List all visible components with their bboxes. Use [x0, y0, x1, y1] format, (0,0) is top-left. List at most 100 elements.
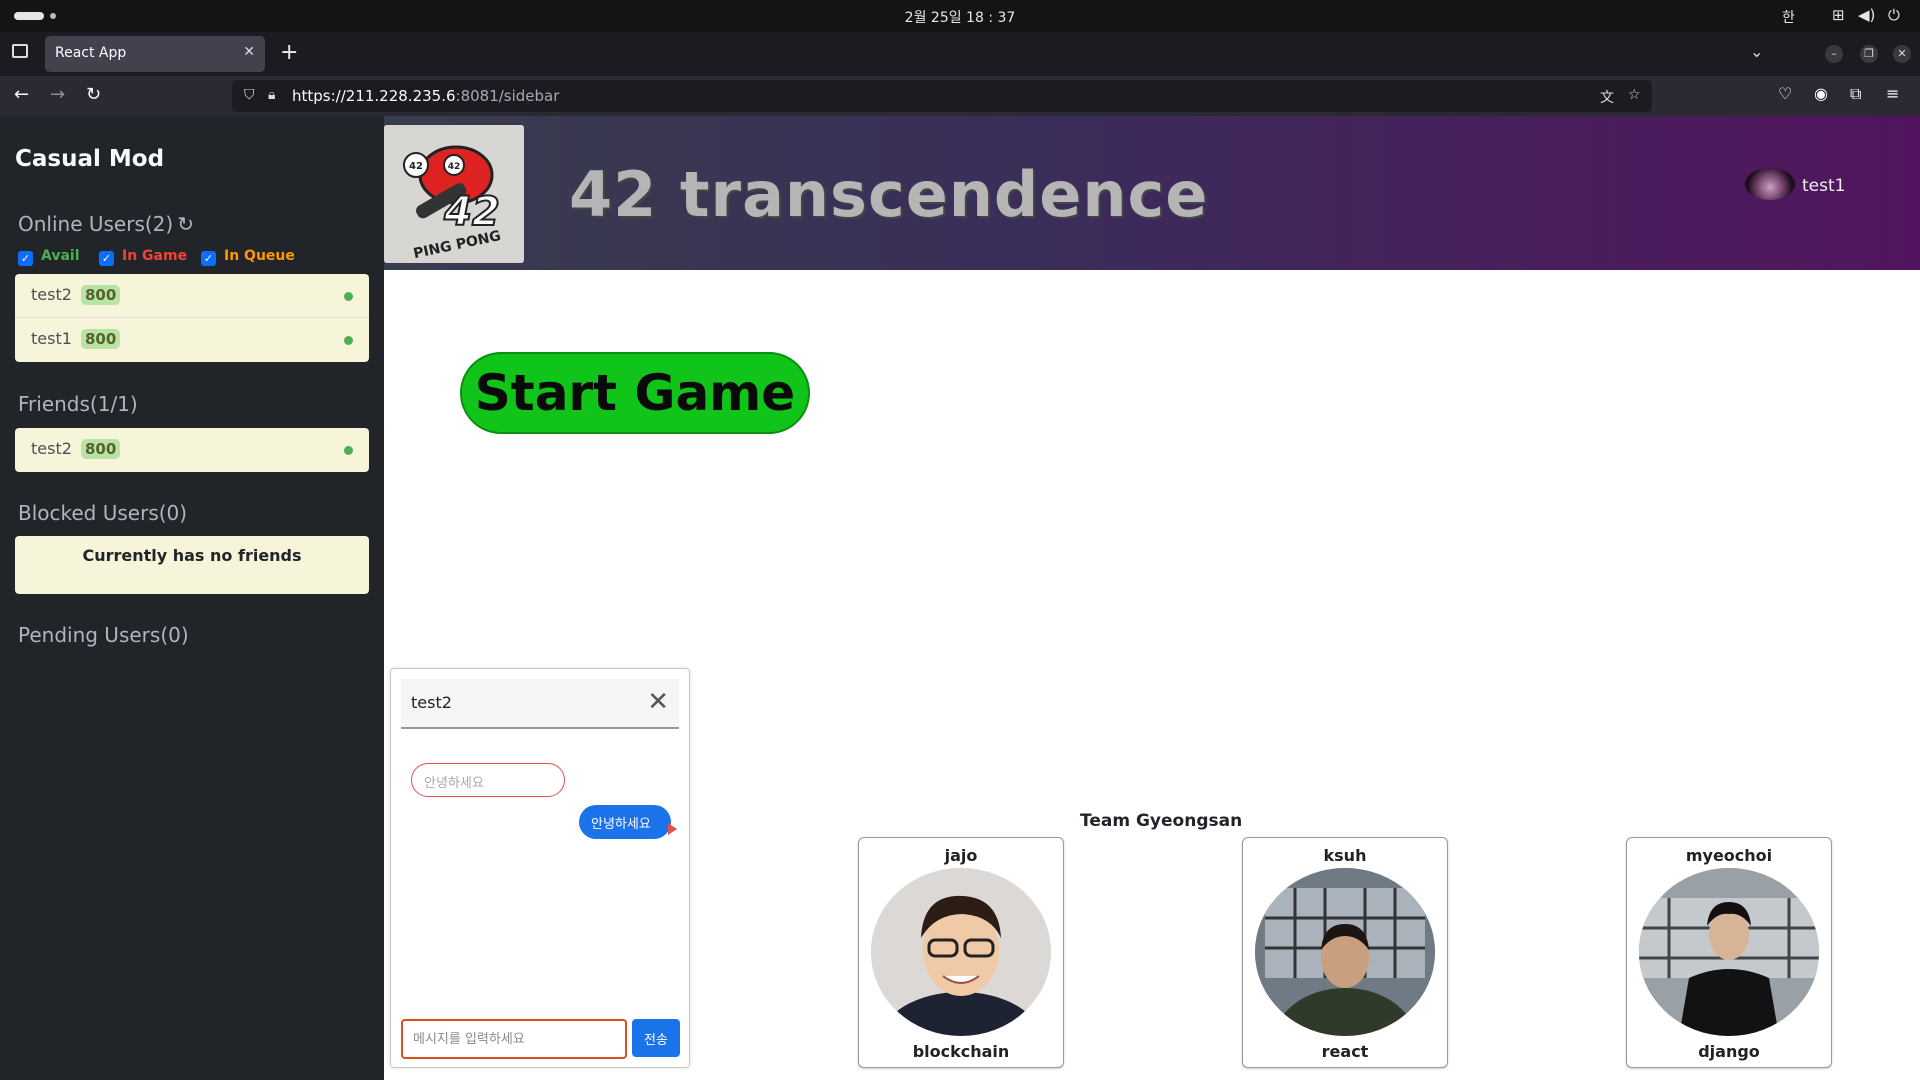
shield-icon[interactable]: ⛉	[244, 87, 255, 103]
team-member-card: jajo blockchain	[858, 837, 1064, 1068]
member-role: react	[1321, 1042, 1369, 1061]
incoming-message: 안녕하세요	[411, 763, 565, 797]
tab-title: React App	[55, 45, 127, 61]
member-name: jajo	[944, 846, 978, 865]
avatar[interactable]	[1745, 168, 1795, 200]
volume-icon[interactable]: ◀)	[1858, 6, 1875, 24]
list-item[interactable]: test2 800	[15, 274, 369, 318]
friends-heading: Friends(1/1)	[18, 392, 138, 416]
team-title: Team Gyeongsan	[1080, 811, 1243, 831]
minimize-icon[interactable]: –	[1825, 45, 1843, 63]
rating-badge: 800	[81, 329, 121, 349]
checkbox-checked-icon[interactable]: ✓	[99, 251, 114, 266]
bookmark-star-icon[interactable]: ☆	[1628, 87, 1641, 103]
member-name: myeochoi	[1685, 846, 1773, 865]
ping-pong-logo-graphic: 42 42 42 PING PONG	[384, 125, 524, 263]
url-text[interactable]: https://211.228.235.6:8081/sidebar	[292, 87, 559, 105]
sidebar-title: Casual Mod	[15, 146, 165, 172]
forward-icon[interactable]: →	[50, 84, 65, 105]
user-name: test2	[31, 439, 72, 458]
reload-icon[interactable]: ↻	[86, 84, 101, 105]
team-member-card: ksuh react	[1242, 837, 1448, 1068]
close-tab-icon[interactable]: ✕	[243, 44, 255, 60]
start-game-button[interactable]: Start Game	[460, 352, 810, 434]
member-photo-graphic	[871, 868, 1051, 1036]
member-name: ksuh	[1323, 846, 1367, 865]
online-users-label: Online Users(2)	[18, 212, 174, 236]
page-title: 42 transcendence	[569, 158, 1209, 231]
status-dot	[344, 292, 353, 301]
os-top-bar: 2월 25일 18 : 37 한 ⊞ ◀) ⏻	[0, 0, 1920, 32]
close-window-icon[interactable]: ✕	[1893, 45, 1911, 63]
checkbox-checked-icon[interactable]: ✓	[201, 251, 216, 266]
close-icon[interactable]: ✕	[647, 687, 669, 717]
rating-badge: 800	[81, 439, 121, 459]
team-member-card: myeochoi django	[1626, 837, 1832, 1068]
lock-icon[interactable]: 🔒︎	[268, 87, 275, 103]
chat-header: test2 ✕	[401, 679, 679, 729]
member-photo	[1639, 868, 1819, 1036]
member-role: django	[1698, 1042, 1760, 1061]
browser-nav-bar: ← → ↻ ⛉ 🔒︎ https://211.228.235.6:8081/si…	[0, 76, 1920, 116]
member-photo-graphic	[1639, 868, 1819, 1036]
online-users-list: test2 800 test1 800	[15, 274, 369, 362]
blocked-users-list: Currently has no friends	[15, 536, 369, 594]
friends-list: test2 800	[15, 428, 369, 472]
extensions-icon[interactable]: ⧉	[1850, 84, 1861, 104]
account-icon[interactable]: ◉	[1814, 84, 1828, 103]
browser-tab[interactable]: React App ✕	[45, 36, 265, 72]
url-path: :8081/sidebar	[455, 87, 560, 105]
os-clock[interactable]: 2월 25일 18 : 37	[0, 7, 1920, 27]
user-name: test2	[31, 285, 72, 304]
filter-in-queue-label: In Queue	[224, 248, 295, 264]
filter-in-queue[interactable]: ✓ In Queue	[201, 248, 295, 266]
browser-tab-strip: React App ✕ + ⌄ – ❐ ✕	[0, 32, 1920, 76]
user-name: test1	[31, 329, 72, 348]
translate-icon[interactable]: 文	[1600, 87, 1614, 107]
filter-avail-label: Avail	[41, 248, 80, 264]
power-icon[interactable]: ⏻	[1888, 6, 1900, 24]
input-method-indicator[interactable]: 한	[1782, 7, 1795, 27]
pending-users-heading: Pending Users(0)	[18, 623, 189, 647]
app-header: 42 42 42 PING PONG 42 transcendence test…	[384, 116, 1920, 270]
url-host: https://211.228.235.6	[292, 87, 456, 105]
header-username[interactable]: test1	[1802, 176, 1845, 196]
pocket-icon[interactable]: ♡	[1778, 84, 1792, 103]
message-tail	[668, 823, 677, 835]
logo-badge-right: 42	[448, 162, 461, 172]
new-tab-icon[interactable]: +	[280, 40, 298, 65]
member-photo	[1255, 868, 1435, 1036]
status-dot	[344, 446, 353, 455]
url-bar[interactable]: ⛉ 🔒︎ https://211.228.235.6:8081/sidebar …	[232, 80, 1652, 112]
ping-pong-logo[interactable]: 42 42 42 PING PONG	[384, 125, 524, 263]
outgoing-message: 안녕하세요	[579, 805, 671, 839]
chat-window: test2 ✕ 안녕하세요 안녕하세요 전송	[390, 668, 690, 1068]
member-photo	[871, 868, 1051, 1036]
message-input[interactable]	[401, 1019, 627, 1059]
member-role: blockchain	[912, 1042, 1010, 1061]
list-item[interactable]: test2 800	[15, 428, 369, 472]
send-button[interactable]: 전송	[632, 1019, 680, 1057]
blocked-users-heading: Blocked Users(0)	[18, 501, 188, 525]
list-item[interactable]: test1 800	[15, 318, 369, 362]
online-users-heading: Online Users(2) ↻	[18, 212, 194, 236]
filter-avail[interactable]: ✓ Avail	[18, 248, 80, 266]
empty-message: Currently has no friends	[82, 546, 302, 565]
restore-icon[interactable]: ❐	[1860, 45, 1878, 63]
back-icon[interactable]: ←	[14, 84, 29, 105]
member-photo-graphic	[1255, 868, 1435, 1036]
tab-overview-icon[interactable]	[12, 44, 28, 58]
menu-icon[interactable]: ≡	[1886, 84, 1899, 103]
refresh-icon[interactable]: ↻	[177, 212, 194, 236]
status-dot	[344, 336, 353, 345]
filter-in-game[interactable]: ✓ In Game	[99, 248, 187, 266]
chat-partner-name: test2	[411, 693, 452, 712]
network-icon[interactable]: ⊞	[1832, 6, 1845, 24]
checkbox-checked-icon[interactable]: ✓	[18, 251, 33, 266]
sidebar: Casual Mod Online Users(2) ↻ ✓ Avail ✓ In G…	[0, 116, 384, 1080]
tab-list-chevron-down-icon[interactable]: ⌄	[1750, 42, 1763, 61]
rating-badge: 800	[81, 285, 121, 305]
logo-big-text: 42	[443, 189, 500, 235]
filter-in-game-label: In Game	[122, 248, 188, 264]
logo-badge-left: 42	[409, 161, 423, 172]
